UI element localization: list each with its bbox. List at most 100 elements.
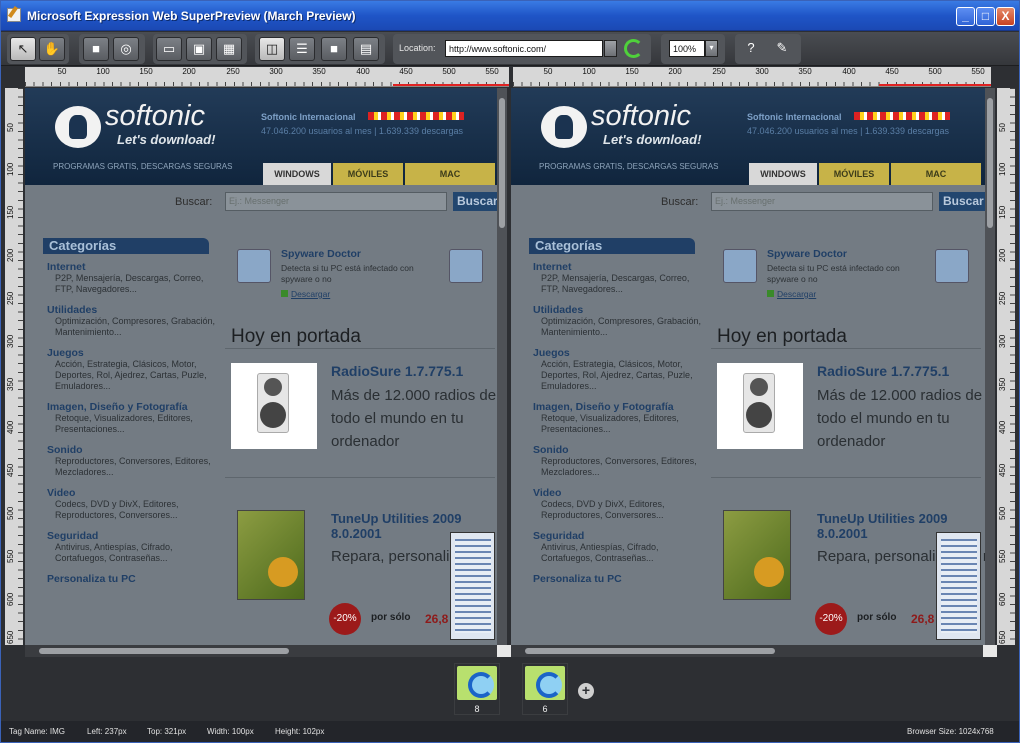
location-label: Location: xyxy=(399,43,436,53)
ruler-tick: 450 xyxy=(399,67,413,76)
category-item[interactable]: Seguridad Antivirus, Antiespías, Cifrado,… xyxy=(533,530,703,564)
help-icon[interactable]: ? xyxy=(738,37,764,61)
ruler-tick: 600 xyxy=(998,592,1007,606)
category-item[interactable]: Internet P2P, Mensajería, Descargas, Corr… xyxy=(47,261,217,295)
site-slogan: PROGRAMAS GRATIS, DESCARGAS SEGURAS xyxy=(539,162,719,171)
tuneup-box-icon[interactable] xyxy=(237,510,305,600)
search-button[interactable]: Buscar xyxy=(453,192,497,211)
selection-indicator xyxy=(879,84,991,86)
onion-skin-icon[interactable]: ▤ xyxy=(353,37,379,61)
location-dropdown-button[interactable] xyxy=(604,40,617,57)
site-logo[interactable]: softonic xyxy=(105,100,205,133)
category-item[interactable]: Video Codecs, DVD y DivX, Editores, Repro… xyxy=(533,487,703,521)
site-logo[interactable]: softonic xyxy=(591,100,691,133)
tab-moviles[interactable]: MÓVILES xyxy=(819,163,889,185)
intl-label[interactable]: Softonic Internacional xyxy=(261,112,356,122)
side-by-side-icon[interactable]: ◫ xyxy=(259,37,285,61)
divider xyxy=(711,348,981,349)
dom-highlight-icon[interactable]: ■ xyxy=(83,37,109,61)
ruler-tick: 650 xyxy=(6,630,15,644)
speaker-icon[interactable] xyxy=(231,363,317,449)
tab-windows[interactable]: WINDOWS xyxy=(749,163,817,185)
site-tagline: Let's download! xyxy=(603,132,702,147)
spyware-title[interactable]: Spyware Doctor xyxy=(281,248,361,260)
tab-moviles[interactable]: MÓVILES xyxy=(333,163,403,185)
status-width: Width: 100px xyxy=(207,727,254,736)
status-browser-size: Browser Size: 1024x768 xyxy=(907,727,994,736)
vertical-scrollbar-right[interactable] xyxy=(985,88,995,645)
category-item[interactable]: Personaliza tu PC xyxy=(47,573,217,585)
minimize-button[interactable]: _ xyxy=(956,7,975,26)
intl-label[interactable]: Softonic Internacional xyxy=(747,112,842,122)
category-item[interactable]: Video Codecs, DVD y DivX, Editores, Repro… xyxy=(47,487,217,521)
promo-icon[interactable] xyxy=(449,249,483,283)
refresh-icon[interactable] xyxy=(624,39,643,58)
ruler-tick: 500 xyxy=(442,67,456,76)
scroll-corner xyxy=(983,645,997,657)
add-browser-button[interactable]: + xyxy=(578,683,594,699)
pan-tool-icon[interactable]: ✋ xyxy=(39,37,65,61)
scroll-corner xyxy=(497,645,511,657)
download-link[interactable]: Descargar xyxy=(281,289,330,299)
horizontal-scrollbar-left[interactable] xyxy=(25,645,497,657)
feedback-icon[interactable]: ✎ xyxy=(769,37,795,61)
tab-mac[interactable]: MAC xyxy=(405,163,495,185)
zoom-select[interactable]: 100% xyxy=(669,40,705,57)
overlay-icon[interactable]: ■ xyxy=(321,37,347,61)
category-item[interactable]: Juegos Acción, Estrategia, Clásicos, Moto… xyxy=(47,347,217,392)
vertical-scrollbar-left[interactable] xyxy=(497,88,507,645)
ruler-tick: 350 xyxy=(312,67,326,76)
category-item[interactable]: Sonido Reproductores, Conversores, Editor… xyxy=(47,444,217,478)
category-item[interactable]: Juegos Acción, Estrategia, Clásicos, Moto… xyxy=(533,347,703,392)
single-view-icon[interactable]: ▣ xyxy=(186,37,212,61)
browser-ie6[interactable]: 6 xyxy=(522,663,568,715)
browser-version: 6 xyxy=(542,704,548,714)
category-item[interactable]: Sonido Reproductores, Conversores, Editor… xyxy=(533,444,703,478)
download-link[interactable]: Descargar xyxy=(767,289,816,299)
grid-view-icon[interactable]: ▦ xyxy=(216,37,242,61)
search-input[interactable]: Ej.: Messenger xyxy=(711,192,933,211)
softonic-logo-icon xyxy=(55,106,101,148)
speaker-icon[interactable] xyxy=(717,363,803,449)
flags-icon[interactable] xyxy=(854,112,950,120)
spyware-title[interactable]: Spyware Doctor xyxy=(767,248,847,260)
category-item[interactable]: Internet P2P, Mensajería, Descargas, Corr… xyxy=(533,261,703,295)
ruler-tick: 400 xyxy=(6,420,15,434)
category-item[interactable]: Seguridad Antivirus, Antiespías, Cifrado,… xyxy=(47,530,217,564)
promo-icon[interactable] xyxy=(935,249,969,283)
tab-windows[interactable]: WINDOWS xyxy=(263,163,331,185)
browser-ie8[interactable]: 8 xyxy=(454,663,500,715)
search-input[interactable]: Ej.: Messenger xyxy=(225,192,447,211)
price-label: por sólo xyxy=(857,612,897,623)
spyware-desc: Detecta si tu PC está infectado con spyw… xyxy=(281,263,414,284)
stacked-icon[interactable]: ☰ xyxy=(289,37,315,61)
category-item[interactable]: Utilidades Optimización, Compresores, Gra… xyxy=(47,304,217,338)
screenshot-thumbnail[interactable] xyxy=(450,532,495,640)
ruler-tick: 100 xyxy=(998,162,1007,176)
maximize-button[interactable]: □ xyxy=(976,7,995,26)
category-item[interactable]: Utilidades Optimización, Compresores, Gra… xyxy=(533,304,703,338)
radio-title[interactable]: RadioSure 1.7.775.1 xyxy=(817,363,949,379)
horizontal-layout-icon[interactable]: ▭ xyxy=(156,37,182,61)
radio-title[interactable]: RadioSure 1.7.775.1 xyxy=(331,363,463,379)
preview-pane-left[interactable]: softonic Let's download! Softonic Intern… xyxy=(25,88,497,645)
category-item[interactable]: Personaliza tu PC xyxy=(533,573,703,585)
category-item[interactable]: Imagen, Diseño y Fotografía Retoque, Visu… xyxy=(47,401,217,435)
preview-pane-right[interactable]: softonic Let's download! Softonic Intern… xyxy=(511,88,985,645)
ruler-tick: 500 xyxy=(928,67,942,76)
flags-icon[interactable] xyxy=(368,112,464,120)
tab-mac[interactable]: MAC xyxy=(891,163,981,185)
search-button[interactable]: Buscar xyxy=(939,192,985,211)
spyware-icon[interactable] xyxy=(723,249,757,283)
tuneup-box-icon[interactable] xyxy=(723,510,791,600)
ruler-tool-icon[interactable]: ◎ xyxy=(113,37,139,61)
spyware-icon[interactable] xyxy=(237,249,271,283)
location-input[interactable] xyxy=(445,40,603,57)
horizontal-scrollbar-right[interactable] xyxy=(511,645,985,657)
close-button[interactable]: X xyxy=(996,7,1015,26)
screenshot-thumbnail[interactable] xyxy=(936,532,981,640)
select-tool-icon[interactable]: ↖ xyxy=(10,37,36,61)
category-item[interactable]: Imagen, Diseño y Fotografía Retoque, Visu… xyxy=(533,401,703,435)
chevron-down-icon[interactable]: ▾ xyxy=(705,40,718,57)
site-body: Buscar: Ej.: Messenger Buscar Categorías… xyxy=(25,185,497,645)
